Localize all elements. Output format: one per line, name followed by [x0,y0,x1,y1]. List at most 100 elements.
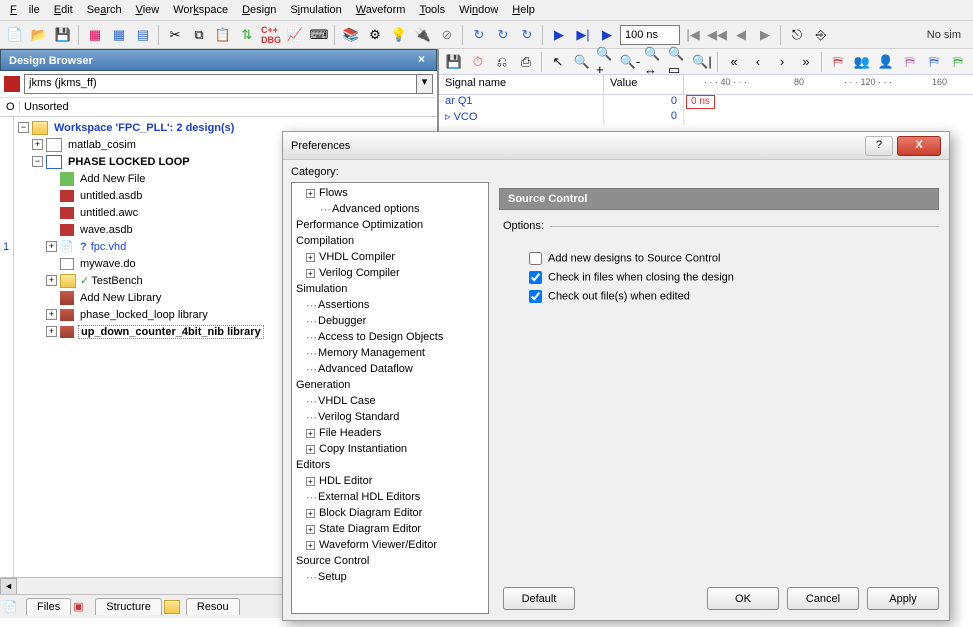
zoom-icon[interactable]: 🔍 [571,51,593,73]
expand-icon[interactable]: + [46,241,57,252]
category-item[interactable]: +Copy Instantiation [292,441,488,457]
wtool2-icon[interactable]: ⎙ [515,51,537,73]
wave-row[interactable]: ar Q1 0 0 ns [439,95,973,110]
expand-icon[interactable]: + [306,269,315,278]
category-item[interactable]: Performance Optimization [292,217,488,233]
category-item[interactable]: ⋯VHDL Case [292,393,488,409]
scroll-left-icon[interactable]: ◄ [0,578,17,595]
wclock-icon[interactable]: ⏱ [467,51,489,73]
zoom-in-icon[interactable]: 🔍+ [595,51,617,73]
tree-item-pll[interactable]: PHASE LOCKED LOOP [66,156,192,168]
tree-lib-counter[interactable]: up_down_counter_4bit_nib library [78,325,264,339]
category-item[interactable]: Compilation [292,233,488,249]
menu-design[interactable]: Design [236,2,282,18]
option-checkbox[interactable] [529,252,542,265]
grid2-icon[interactable]: ▦ [108,24,130,46]
category-item[interactable]: Simulation [292,281,488,297]
bulb-icon[interactable]: 💡 [388,24,410,46]
tree-item[interactable]: wave.asdb [78,224,135,236]
category-item[interactable]: ⋯Access to Design Objects [292,329,488,345]
refresh1-icon[interactable]: ↻ [468,24,490,46]
refresh2-icon[interactable]: ↻ [492,24,514,46]
zoom-out-icon[interactable]: 🔍- [619,51,641,73]
apply-button[interactable]: Apply [867,587,939,610]
next-icon[interactable]: ▶ [754,24,776,46]
expand-icon[interactable]: + [306,525,315,534]
step-end-icon[interactable]: ▶| [572,24,594,46]
expand-icon[interactable]: + [46,275,57,286]
design-combo[interactable]: jkms (jkms_ff) [24,74,417,94]
option-checkbox[interactable] [529,271,542,284]
expand-icon[interactable]: + [306,477,315,486]
tree-item[interactable]: untitled.asdb [78,190,144,202]
category-item[interactable]: +VHDL Compiler [292,249,488,265]
expand-icon[interactable]: + [306,429,315,438]
category-item[interactable]: +File Headers [292,425,488,441]
category-item[interactable]: ⋯Advanced options [292,201,488,217]
wtool1-icon[interactable]: ⎌ [491,51,513,73]
zoom-cur-icon[interactable]: 🔍| [691,51,713,73]
rewind-icon[interactable]: ◀◀ [706,24,728,46]
wsave-icon[interactable]: 💾 [443,51,465,73]
menu-search[interactable]: Search [81,2,128,18]
nav-last-icon[interactable]: » [795,51,817,73]
close-button[interactable]: X [897,136,941,156]
menu-window[interactable]: Window [453,2,504,18]
nav-next-icon[interactable]: › [771,51,793,73]
tool-b-icon[interactable]: ⎆ [810,24,832,46]
category-item[interactable]: +Verilog Compiler [292,265,488,281]
tree-lib-pll[interactable]: phase_locked_loop library [78,309,210,321]
menu-workspace[interactable]: Workspace [167,2,234,18]
marker1-icon[interactable]: ⛿ [827,51,849,73]
tree-item[interactable]: untitled.awc [78,207,140,219]
category-item[interactable]: ⋯Setup [292,569,488,585]
category-item[interactable]: ⋯Debugger [292,313,488,329]
cut-icon[interactable]: ✂ [164,24,186,46]
category-item[interactable]: +State Diagram Editor [292,521,488,537]
category-item[interactable]: +HDL Editor [292,473,488,489]
tree-add-file[interactable]: Add New File [78,173,147,185]
help-button[interactable]: ? [865,136,893,156]
books-icon[interactable]: 📚 [340,24,362,46]
open-icon[interactable]: 📂 [28,24,50,46]
default-button[interactable]: Default [503,587,575,610]
design-combo-dropdown-icon[interactable]: ▾ [417,74,433,94]
tree-item-fpc[interactable]: fpc.vhd [89,241,128,253]
sort-header[interactable]: OUnsorted [0,98,437,117]
category-item[interactable]: ⋯Assertions [292,297,488,313]
category-tree[interactable]: +Flows⋯Advanced optionsPerformance Optim… [291,182,489,614]
new-icon[interactable]: 📄 [4,24,26,46]
menu-help[interactable]: Help [506,2,541,18]
tree-item[interactable]: mywave.do [78,258,138,270]
category-item[interactable]: ⋯Memory Management [292,345,488,361]
nav-prev-icon[interactable]: ‹ [747,51,769,73]
zoom-sel-icon[interactable]: 🔍▭ [667,51,689,73]
save-icon[interactable]: 💾 [52,24,74,46]
tab-structure[interactable]: Structure [95,598,162,615]
col-value[interactable]: Value [604,75,684,94]
category-item[interactable]: Source Control [292,553,488,569]
scope-icon[interactable]: 🔌 [412,24,434,46]
col-signal[interactable]: Signal name [439,75,604,94]
nav-first-icon[interactable]: « [723,51,745,73]
expand-icon[interactable]: − [32,156,43,167]
expand-icon[interactable]: − [18,122,29,133]
wave-icon[interactable]: 📈 [284,24,306,46]
category-item[interactable]: +Waveform Viewer/Editor [292,537,488,553]
play2-icon[interactable]: ▶ [596,24,618,46]
expand-icon[interactable]: + [306,541,315,550]
marker6-icon[interactable]: ⛿ [947,51,969,73]
category-item[interactable]: Editors [292,457,488,473]
marker3-icon[interactable]: 👤 [875,51,897,73]
category-item[interactable]: ⋯Advanced Dataflow [292,361,488,377]
expand-icon[interactable]: + [306,189,315,198]
grid-icon[interactable]: ▦ [84,24,106,46]
category-item[interactable]: ⋯Verilog Standard [292,409,488,425]
cursor-icon[interactable]: ↖ [547,51,569,73]
refresh3-icon[interactable]: ↻ [516,24,538,46]
category-item[interactable]: Generation [292,377,488,393]
menu-waveform[interactable]: Waveform [350,2,412,18]
menu-edit[interactable]: Edit [48,2,79,18]
dbg-icon[interactable]: C++DBG [260,24,282,46]
cursor-badge[interactable]: 0 ns [686,95,715,109]
